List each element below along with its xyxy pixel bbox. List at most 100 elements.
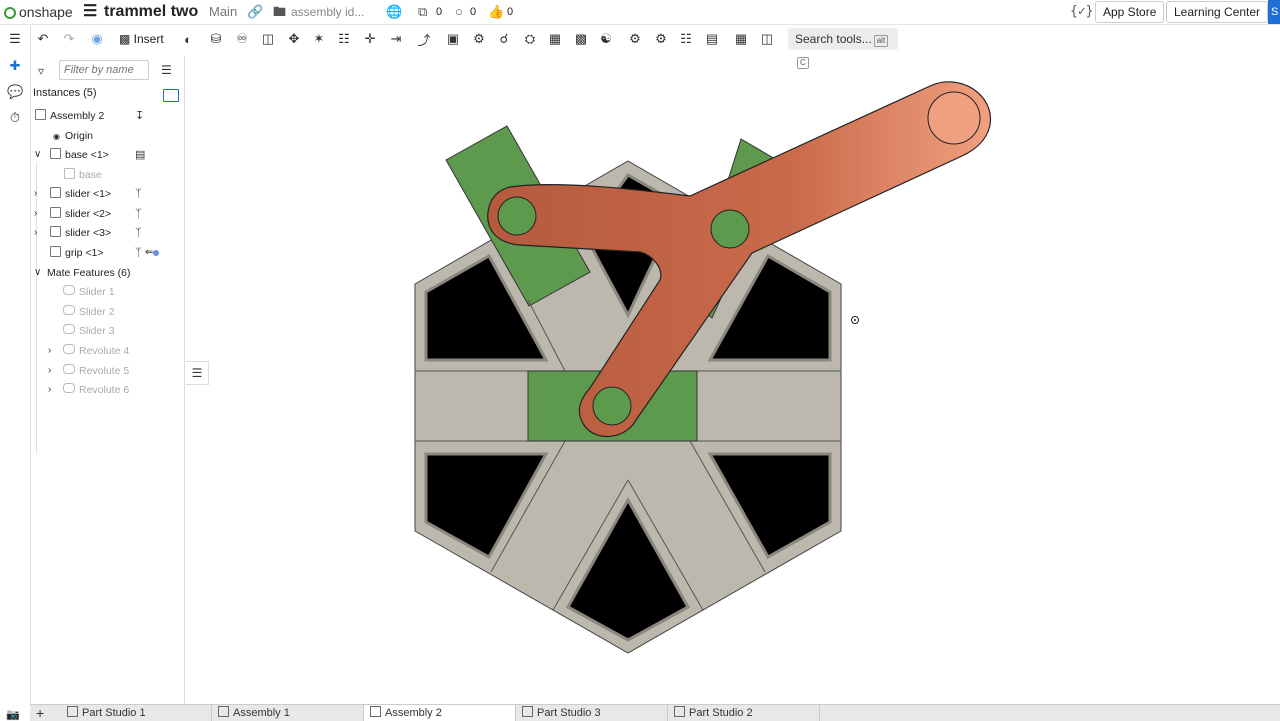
tree-item-label: Revolute 4 [79,345,130,357]
screw-relation-icon[interactable]: ▩ [571,29,591,49]
instances-panel: ▿ ☰ Instances (5) Assembly 2 ↧ ◉ Origin ∨… [31,56,185,704]
tree-item-revolute-4[interactable]: › Revolute 4 [31,341,184,361]
tree-item-slider-mate-1[interactable]: Slider 1 [31,282,184,302]
branch-label[interactable]: Main [209,0,237,24]
cog-icon[interactable]: ⚙ [651,29,671,49]
history-icon[interactable]: ⏱ [7,110,23,126]
measure-icon[interactable]: ▦ [731,29,751,49]
slider-mate-icon [63,305,75,315]
tab-assembly-2[interactable]: Assembly 2 [364,705,516,721]
learning-center-button[interactable]: Learning Center [1166,1,1269,23]
onshape-logo[interactable]: onshape [4,0,73,24]
new-folder-icon[interactable] [163,89,179,102]
tree-item-label: Slider 2 [79,306,115,318]
chevron-down-icon[interactable]: ∨ [34,145,41,165]
document-title[interactable]: trammel two [104,0,198,24]
planar-mate-icon[interactable]: ✥ [284,29,304,49]
camera-icon[interactable]: 📷 [6,708,20,721]
tree-item-slider-1[interactable]: › slider <1> ᛉ [31,184,184,204]
insert-button[interactable]: ▩ Insert [119,30,164,48]
tree-item-base-1[interactable]: ∨ base <1> ▤ [31,145,184,165]
parallel-mate-icon[interactable]: ⇥ [386,29,406,49]
comments-icon[interactable]: 💬 [7,84,23,100]
group-icon[interactable]: ▣ [443,29,463,49]
tree-item-base-part[interactable]: base [31,165,184,185]
add-instance-icon[interactable]: ✚ [7,58,23,74]
link-icon[interactable]: 🔗 [247,0,263,24]
folder-label[interactable]: assembly id... [291,0,364,24]
gear-relation-icon[interactable]: ⛭ [520,29,540,49]
globe-icon[interactable]: 🌐 [386,0,402,24]
relation-icon[interactable]: ☌ [494,29,514,49]
list-view-icon[interactable]: ☰ [161,63,172,77]
limit-icon[interactable]: ⚙ [625,29,645,49]
tree-item-slider-3[interactable]: › slider <3> ᛉ [31,223,184,243]
tab-label: Part Studio 2 [689,707,753,719]
chevron-right-icon[interactable]: › [48,380,51,400]
named-position-icon[interactable]: ▤ [702,29,722,49]
tree-item-label: base <1> [65,149,109,161]
ball-mate-icon[interactable]: ✛ [360,29,380,49]
tangent-mate-icon[interactable]: ⤴ [414,29,434,49]
redo-icon[interactable]: ↷ [59,29,79,49]
tree-item-label: Origin [64,130,93,142]
tree-item-label: slider <1> [65,188,112,200]
onshape-mark-icon [4,7,16,19]
section-view-icon[interactable]: ◫ [757,29,777,49]
chevron-down-icon[interactable]: ∨ [34,263,41,283]
download-icon[interactable]: ↧ [135,106,144,126]
replicate-icon[interactable]: ◐ [178,29,198,49]
explode-icon[interactable]: ☷ [676,29,696,49]
tab-assembly-1[interactable]: Assembly 1 [212,705,364,721]
tree-item-slider-2[interactable]: › slider <2> ᛉ [31,204,184,224]
pin-slot-mate-icon[interactable]: ☷ [334,29,354,49]
tree-item-grip-1[interactable]: grip <1> ᛉ ⇐ [31,243,184,263]
pin-1[interactable] [497,196,537,236]
branch-icon[interactable]: ○ [455,0,463,24]
chevron-right-icon[interactable]: › [48,361,51,381]
likes-count: 0 [507,6,514,18]
custom-features-icon[interactable]: {✓} [1070,0,1093,24]
branches-count: 0 [470,6,477,18]
menu-icon[interactable]: ☰ [83,0,97,24]
share-button[interactable]: S [1268,0,1280,24]
graphics-viewport[interactable] [185,56,1280,704]
tab-part-studio-1[interactable]: Part Studio 1 [61,705,212,721]
tab-part-studio-3[interactable]: Part Studio 3 [516,705,668,721]
part-icon [50,246,61,257]
tree-item-mate-features[interactable]: ∨ Mate Features (6) [31,263,184,283]
app-store-button[interactable]: App Store [1095,1,1165,23]
revolute-mate-icon[interactable]: ♾ [232,29,252,49]
cylindrical-mate-icon[interactable]: ✶ [309,29,329,49]
regenerate-icon[interactable]: ◉ [87,29,107,49]
chevron-right-icon[interactable]: › [48,341,51,361]
tree-item-revolute-6[interactable]: › Revolute 6 [31,380,184,400]
tree-item-origin[interactable]: ◉ Origin [31,126,184,146]
slider-mate-icon[interactable]: ◫ [258,29,278,49]
chevron-right-icon[interactable]: › [34,184,37,204]
tree-item-slider-mate-3[interactable]: Slider 3 [31,321,184,341]
tab-part-studio-2[interactable]: Part Studio 2 [668,705,820,721]
add-tab-icon[interactable]: + [36,705,44,721]
tree-item-revolute-5[interactable]: › Revolute 5 [31,361,184,381]
filter-icon[interactable]: ▿ [38,64,44,78]
pin-2[interactable] [710,209,750,249]
pin-3[interactable] [592,386,632,426]
feature-list-icon[interactable]: ☰ [7,31,23,47]
rack-pinion-icon[interactable]: ▦ [545,29,565,49]
versions-icon[interactable]: ⧉ [418,0,427,24]
undo-icon[interactable]: ↶ [33,29,53,49]
tree-item-label: Assembly 2 [50,110,105,122]
top-bar: onshape ☰ trammel two Main 🔗 🖿 assembly … [0,0,1280,25]
chevron-right-icon[interactable]: › [34,204,37,224]
tree-item-slider-mate-2[interactable]: Slider 2 [31,302,184,322]
like-icon[interactable]: 👍 [488,0,504,24]
search-tools-button[interactable]: Search tools... altC [788,28,898,69]
filter-input[interactable] [59,60,149,80]
linear-relation-icon[interactable]: ☯ [596,29,616,49]
chevron-right-icon[interactable]: › [34,223,37,243]
tree-item-assembly-2[interactable]: Assembly 2 ↧ [31,106,184,126]
tab-bar: + Part Studio 1 Assembly 1 Assembly 2 Pa… [30,704,1280,721]
fasten-mate-icon[interactable]: ⛁ [206,29,226,49]
mate-connector-icon[interactable]: ⚙ [469,29,489,49]
